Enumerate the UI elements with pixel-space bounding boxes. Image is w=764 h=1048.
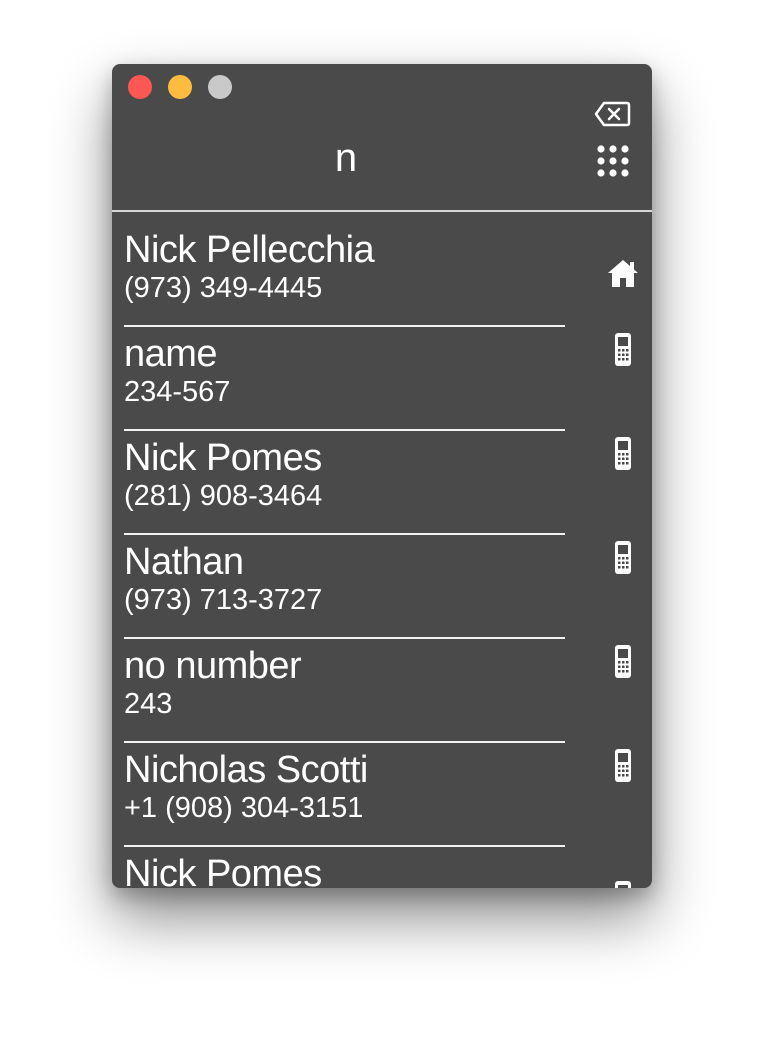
contact-number: +1 (908) 304-3151 <box>124 792 364 824</box>
app-window: n Nick Pellecchia (973) 349-4445 name 23… <box>112 64 652 888</box>
contact-number: (973) 349-4445 <box>124 272 323 304</box>
contact-number: 234-567 <box>124 376 231 408</box>
contact-row[interactable]: name 234-567 <box>112 316 652 431</box>
contact-name: name <box>124 333 218 375</box>
backspace-button[interactable] <box>594 100 632 128</box>
backspace-icon <box>594 101 631 127</box>
contact-name: Nick Pellecchia <box>124 229 375 271</box>
mobile-phone-icon <box>615 541 631 574</box>
contact-number: 243 <box>124 688 173 720</box>
keypad-icon <box>597 145 629 177</box>
contact-name: no number <box>124 645 302 687</box>
keypad-button[interactable] <box>596 144 630 178</box>
mobile-phone-icon <box>615 333 631 366</box>
contact-list[interactable]: Nick Pellecchia (973) 349-4445 name 234-… <box>112 212 652 888</box>
contact-row[interactable]: Nicholas Scotti +1 (908) 304-3151 <box>112 732 652 847</box>
contact-name: Nathan <box>124 541 244 583</box>
close-window-button[interactable] <box>128 75 152 99</box>
home-icon <box>608 260 638 287</box>
contact-name: Nick Pomes <box>124 437 322 479</box>
mobile-phone-icon <box>615 881 631 888</box>
contact-row[interactable]: Nick Pellecchia (973) 349-4445 <box>112 212 652 327</box>
zoom-window-button[interactable] <box>208 75 232 99</box>
title-bar: n <box>112 64 652 210</box>
mobile-phone-icon <box>615 749 631 782</box>
mobile-phone-icon <box>615 437 631 470</box>
contact-number: (973) 713-3727 <box>124 584 323 616</box>
contact-name: Nick Pomes <box>124 853 322 888</box>
contact-row[interactable]: no number 243 <box>112 628 652 743</box>
contact-number: (281) 908-3464 <box>124 480 323 512</box>
contact-row[interactable]: Nick Pomes <box>112 836 652 888</box>
mobile-phone-icon <box>615 645 631 678</box>
contact-name: Nicholas Scotti <box>124 749 368 791</box>
contact-row[interactable]: Nathan (973) 713-3727 <box>112 524 652 639</box>
minimize-window-button[interactable] <box>168 75 192 99</box>
contact-row[interactable]: Nick Pomes (281) 908-3464 <box>112 420 652 535</box>
search-query-display[interactable]: n <box>112 136 580 180</box>
